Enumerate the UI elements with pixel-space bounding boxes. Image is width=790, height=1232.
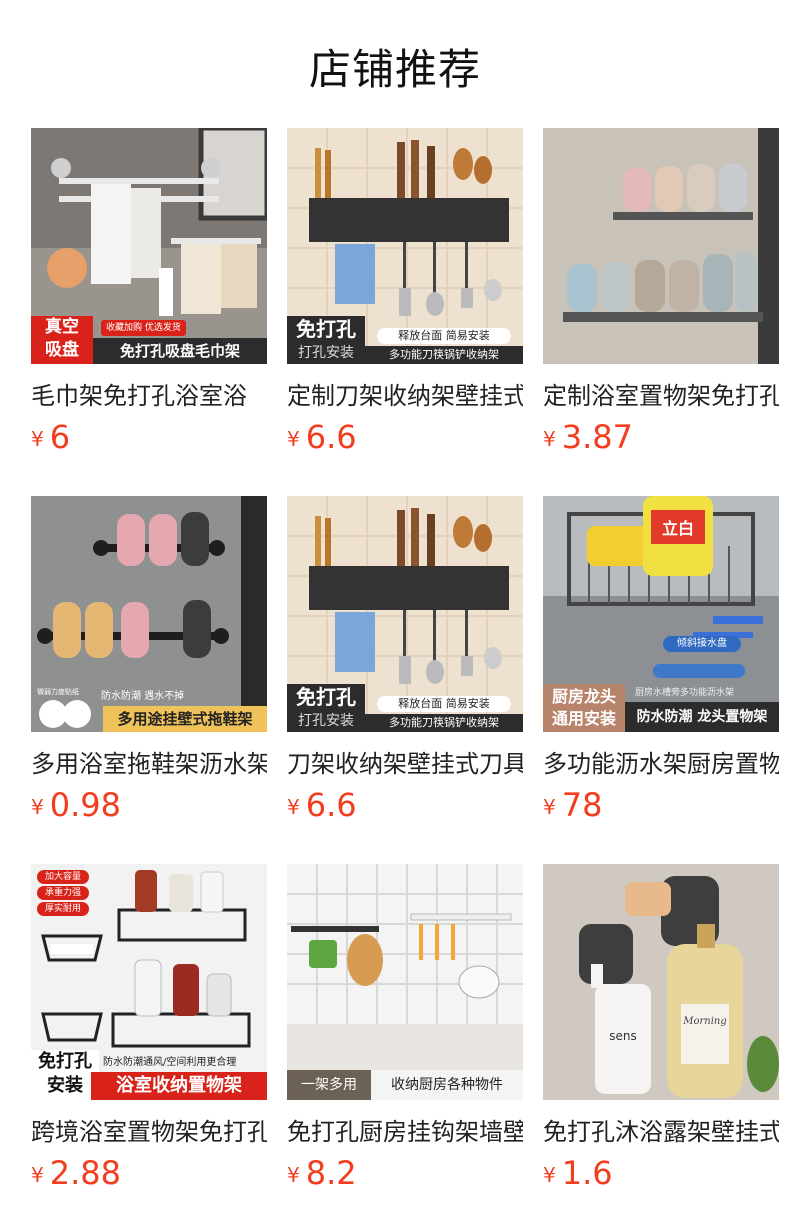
overlay-badge: 厨房龙头 通用安装 [543, 684, 625, 732]
price-value: 6 [49, 418, 71, 456]
product-name[interactable]: 毛巾架免打孔浴室浴 [31, 378, 267, 414]
overlay-small-text: 微弱力度贴纸 [37, 688, 79, 696]
product-name[interactable]: 定制刀架收纳架壁挂式 [287, 378, 523, 414]
price-value: 8.2 [305, 1154, 357, 1192]
currency-symbol: ¥ [287, 1163, 300, 1187]
product-card-knife-rack-2[interactable]: 免打孔 打孔安装 释放台面 简易安装 多功能刀筷锅铲收纳架 刀架收纳架壁挂式刀具… [287, 496, 523, 836]
product-card-knife-rack[interactable]: 免打孔 打孔安装 释放台面 简易安装 多功能刀筷锅铲收纳架 定制刀架收纳架壁挂式… [287, 128, 523, 468]
overlay-badge-bottom: 打孔安装 [287, 342, 365, 364]
currency-symbol: ¥ [287, 427, 300, 451]
product-card-drain-rack[interactable]: 立白 倾斜接水盘 厨房龙头 通用安装 厨房水槽旁多功能沥水架 防水防潮 龙头置物… [543, 496, 779, 836]
product-price: ¥6.6 [287, 786, 357, 826]
currency-symbol: ¥ [543, 1163, 556, 1187]
product-name[interactable]: 定制浴室置物架免打孔 [543, 378, 779, 414]
product-image[interactable]: 加大容量 承重力强 厚实耐用 免打孔 安装 防水防潮通风/空间利用更合理 浴室收… [31, 864, 267, 1100]
product-card-bottle-holder[interactable]: sens Morning 免打孔沐浴露架壁挂式 ¥1.6 [543, 864, 779, 1204]
overlay-line-1: 释放台面 简易安装 [377, 328, 511, 344]
overlay-main-text: 免打孔吸盘毛巾架 [93, 338, 267, 364]
product-card-hook-rack[interactable]: 一架多用 收纳厨房各种物件 免打孔厨房挂钩架墙壁 ¥8.2 [287, 864, 523, 1204]
product-price: ¥0.98 [31, 786, 121, 826]
overlay-top-text: 防水防潮通风/空间利用更合理 [103, 1057, 237, 1068]
product-name[interactable]: 刀架收纳架壁挂式刀具 [287, 746, 523, 782]
product-price: ¥6.6 [287, 418, 357, 458]
overlay-badge: 免打孔 安装 [31, 1050, 99, 1100]
product-image[interactable] [543, 128, 779, 364]
overlay-badge-top: 免打孔 [287, 316, 365, 342]
price-value: 2.88 [49, 1154, 121, 1192]
product-price: ¥8.2 [287, 1154, 357, 1194]
product-price: ¥1.6 [543, 1154, 613, 1194]
product-price: ¥2.88 [31, 1154, 121, 1194]
product-name[interactable]: 免打孔沐浴露架壁挂式 [543, 1114, 779, 1150]
currency-symbol: ¥ [31, 1163, 44, 1187]
product-image[interactable]: 免打孔 打孔安装 释放台面 简易安装 多功能刀筷锅铲收纳架 [287, 496, 523, 732]
bottle-brand-text: 立白 [662, 519, 694, 538]
bottle-label-b: Morning [682, 1016, 727, 1027]
bottle-label-a: sens [609, 1029, 637, 1043]
product-price: ¥78 [543, 786, 602, 826]
overlay-badge: 真空 吸盘 [31, 316, 93, 364]
product-image[interactable]: 微弱力度贴纸 防水防潮 遇水不掉 多用途挂壁式拖鞋架 [31, 496, 267, 732]
product-card-slipper-rack[interactable]: 微弱力度贴纸 防水防潮 遇水不掉 多用途挂壁式拖鞋架 多用浴室拖鞋架沥水架 ¥0… [31, 496, 267, 836]
currency-symbol: ¥ [31, 427, 44, 451]
overlay-chip-1: 加大容量 [37, 870, 89, 884]
product-image[interactable]: 立白 倾斜接水盘 厨房龙头 通用安装 厨房水槽旁多功能沥水架 防水防潮 龙头置物… [543, 496, 779, 732]
overlay-main-text: 浴室收纳置物架 [91, 1072, 267, 1100]
overlay-right-text: 收纳厨房各种物件 [371, 1070, 523, 1100]
price-value: 6.6 [305, 418, 357, 456]
price-value: 0.98 [49, 786, 121, 824]
price-value: 78 [561, 786, 603, 824]
product-image[interactable]: 免打孔 打孔安装 释放台面 简易安装 多功能刀筷锅铲收纳架 [287, 128, 523, 364]
overlay-line-2: 多功能刀筷锅铲收纳架 [365, 714, 523, 732]
overlay-main-text: 多用途挂壁式拖鞋架 [103, 706, 267, 732]
product-name[interactable]: 多功能沥水架厨房置物 [543, 746, 779, 782]
product-image[interactable]: 真空 吸盘 收藏加购 优选发货 免打孔吸盘毛巾架 [31, 128, 267, 364]
overlay-line-2: 多功能刀筷锅铲收纳架 [365, 346, 523, 364]
overlay-top-text: 厨房水槽旁多功能沥水架 [635, 688, 735, 698]
overlay-top-text: 收藏加购 优选发货 [101, 320, 186, 336]
page-title: 店铺推荐 [308, 45, 481, 94]
currency-symbol: ¥ [543, 795, 556, 819]
overlay-main-text: 防水防潮 龙头置物架 [625, 702, 779, 732]
overlay-badge-bottom: 打孔安装 [287, 710, 365, 732]
overlay-tilt-label: 倾斜接水盘 [663, 636, 741, 652]
product-name[interactable]: 跨境浴室置物架免打孔 [31, 1114, 267, 1150]
product-card-slipper-shelf[interactable]: 定制浴室置物架免打孔 ¥3.87 [543, 128, 779, 468]
hook-rack-photo [287, 864, 523, 1100]
overlay-left-text: 一架多用 [287, 1070, 371, 1100]
product-image[interactable]: sens Morning [543, 864, 779, 1100]
price-value: 1.6 [561, 1154, 613, 1192]
product-name[interactable]: 多用浴室拖鞋架沥水架 [31, 746, 267, 782]
overlay-top-text: 防水防潮 遇水不掉 [101, 691, 185, 702]
product-price: ¥3.87 [543, 418, 633, 458]
price-value: 6.6 [305, 786, 357, 824]
overlay-chip-2: 承重力强 [37, 886, 89, 900]
overlay-chip-3: 厚实耐用 [37, 902, 89, 916]
overlay-line-1: 释放台面 简易安装 [377, 696, 511, 712]
overlay-badge-top: 免打孔 [287, 684, 365, 710]
price-value: 3.87 [561, 418, 633, 456]
product-card-towel-rack[interactable]: 真空 吸盘 收藏加购 优选发货 免打孔吸盘毛巾架 毛巾架免打孔浴室浴 ¥6 [31, 128, 267, 468]
currency-symbol: ¥ [31, 795, 44, 819]
slipper-shelf-photo [543, 128, 779, 364]
currency-symbol: ¥ [543, 427, 556, 451]
product-image[interactable]: 一架多用 收纳厨房各种物件 [287, 864, 523, 1100]
product-price: ¥6 [31, 418, 70, 458]
bottle-holder-photo: sens Morning [543, 864, 779, 1100]
product-name[interactable]: 免打孔厨房挂钩架墙壁 [287, 1114, 523, 1150]
currency-symbol: ¥ [287, 795, 300, 819]
product-card-bath-shelf[interactable]: 加大容量 承重力强 厚实耐用 免打孔 安装 防水防潮通风/空间利用更合理 浴室收… [31, 864, 267, 1204]
